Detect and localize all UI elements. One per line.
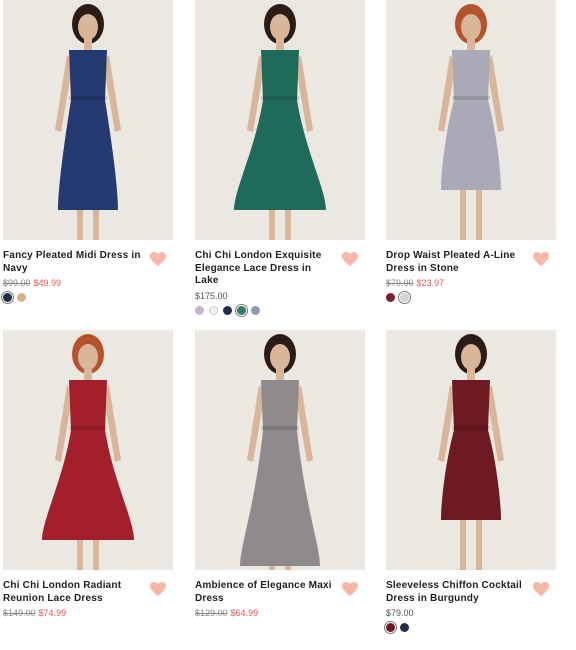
sale-price: $49.99: [33, 278, 62, 288]
color-swatch[interactable]: [17, 293, 26, 302]
price-block: $175.00: [195, 290, 365, 302]
price: $79.00: [386, 608, 414, 618]
product-image[interactable]: [3, 0, 173, 240]
product-image[interactable]: [386, 0, 556, 240]
product-card[interactable]: Chi Chi London Radiant Reunion Lace Dres…: [3, 330, 173, 623]
color-swatch[interactable]: [400, 293, 409, 302]
color-swatch[interactable]: [223, 305, 232, 315]
product-photo: [234, 4, 326, 240]
color-swatches: [3, 293, 173, 302]
heart-icon[interactable]: [532, 251, 550, 267]
color-swatch[interactable]: [386, 623, 395, 632]
color-swatch[interactable]: [209, 305, 218, 315]
original-price: $99.00: [3, 278, 31, 288]
price-block: $79.00 $23.97: [386, 277, 556, 289]
color-swatch[interactable]: [400, 623, 409, 632]
price-block: $129.00 $64.99: [195, 607, 365, 619]
heart-icon[interactable]: [532, 581, 550, 597]
color-swatch[interactable]: [251, 305, 260, 315]
price: $175.00: [195, 290, 228, 301]
product-title[interactable]: Drop Waist Pleated A-Line Dress in Stone: [386, 250, 528, 275]
product-card[interactable]: Sleeveless Chiffon Cocktail Dress in Bur…: [386, 330, 556, 632]
price-block: $149.00 $74.99: [3, 607, 173, 619]
sale-price: $74.99: [38, 608, 67, 618]
product-image[interactable]: [195, 0, 365, 240]
product-photo: [438, 4, 504, 240]
product-photo: [42, 334, 134, 570]
product-card[interactable]: Drop Waist Pleated A-Line Dress in Stone…: [386, 0, 556, 302]
product-image[interactable]: [195, 330, 365, 570]
product-photo: [55, 4, 121, 240]
product-image[interactable]: [386, 330, 556, 570]
color-swatch[interactable]: [195, 305, 204, 315]
original-price: $129.00: [195, 608, 228, 618]
product-photo: [240, 334, 320, 570]
product-grid: Fancy Pleated Midi Dress in Navy $99.00 $…: [0, 0, 576, 650]
sale-price: $23.97: [416, 278, 445, 288]
original-price: $149.00: [3, 608, 36, 618]
sale-price: $64.99: [230, 608, 259, 618]
original-price: $79.00: [386, 278, 414, 288]
color-swatches: [386, 623, 556, 632]
product-card[interactable]: Ambience of Elegance Maxi Dress $129.00 $…: [195, 330, 365, 623]
color-swatches: [195, 305, 365, 315]
color-swatches: [386, 293, 556, 302]
heart-icon[interactable]: [341, 581, 359, 597]
product-title[interactable]: Sleeveless Chiffon Cocktail Dress in Bur…: [386, 580, 528, 605]
product-title[interactable]: Chi Chi London Exquisite Elegance Lace D…: [195, 250, 337, 288]
heart-icon[interactable]: [149, 251, 167, 267]
color-swatch[interactable]: [237, 305, 246, 315]
color-swatch[interactable]: [386, 293, 395, 302]
product-title[interactable]: Chi Chi London Radiant Reunion Lace Dres…: [3, 580, 145, 605]
heart-icon[interactable]: [149, 581, 167, 597]
product-title[interactable]: Ambience of Elegance Maxi Dress: [195, 580, 337, 605]
price-block: $99.00 $49.99: [3, 277, 173, 289]
heart-icon[interactable]: [341, 251, 359, 267]
product-image[interactable]: [3, 330, 173, 570]
product-photo: [438, 334, 504, 570]
product-title[interactable]: Fancy Pleated Midi Dress in Navy: [3, 250, 145, 275]
product-card[interactable]: Chi Chi London Exquisite Elegance Lace D…: [195, 0, 365, 315]
price-block: $79.00: [386, 607, 556, 619]
color-swatch[interactable]: [3, 293, 12, 302]
product-card[interactable]: Fancy Pleated Midi Dress in Navy $99.00 $…: [3, 0, 173, 302]
